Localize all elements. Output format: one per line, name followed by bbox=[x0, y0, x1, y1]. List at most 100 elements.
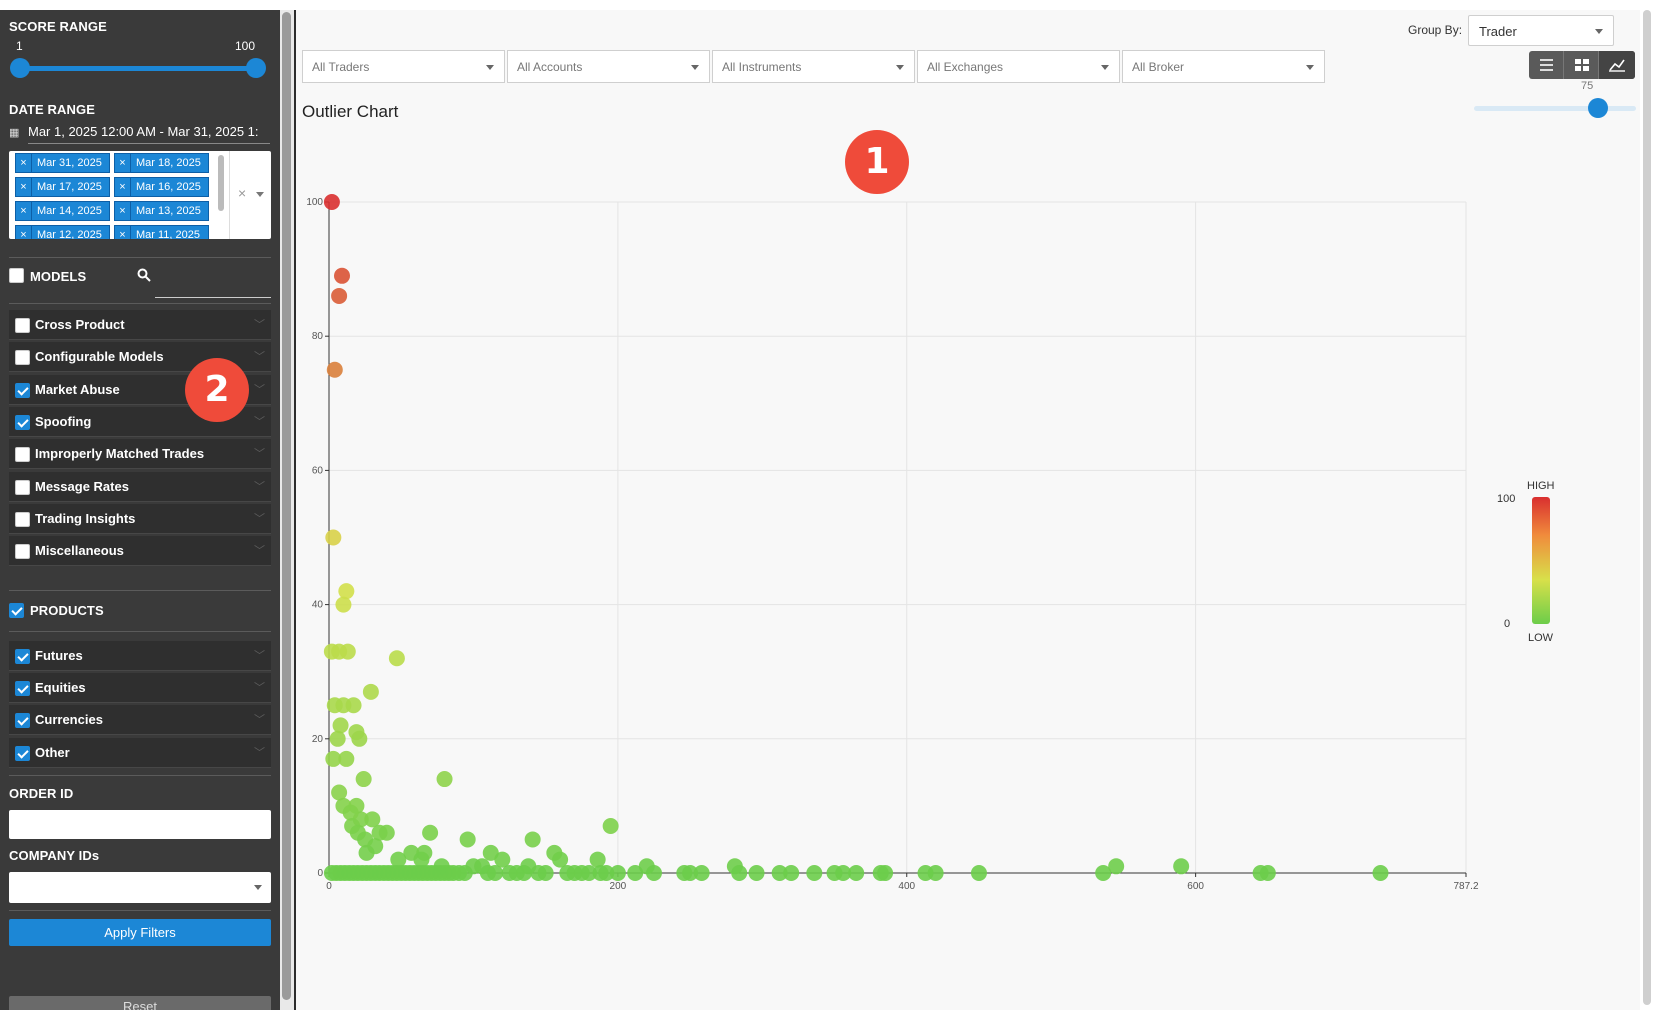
models-item-checkbox[interactable] bbox=[15, 382, 30, 398]
models-item-checkbox[interactable] bbox=[15, 318, 30, 333]
data-point[interactable] bbox=[927, 865, 944, 881]
date-tag[interactable]: × Mar 11, 2025 bbox=[114, 225, 209, 239]
data-point[interactable] bbox=[627, 865, 644, 881]
date-tag[interactable]: × Mar 14, 2025 bbox=[15, 201, 110, 221]
chevron-down-icon[interactable]: ﹀ bbox=[254, 679, 265, 695]
remove-tag-icon[interactable]: × bbox=[115, 202, 131, 220]
data-point[interactable] bbox=[338, 583, 355, 600]
data-point[interactable] bbox=[748, 865, 765, 881]
data-point[interactable] bbox=[436, 771, 453, 788]
models-item-checkbox[interactable] bbox=[15, 511, 30, 527]
models-item-checkbox[interactable] bbox=[15, 479, 30, 495]
chevron-down-icon[interactable]: ﹀ bbox=[254, 381, 265, 397]
data-point[interactable] bbox=[329, 730, 346, 747]
date-tag[interactable]: × Mar 16, 2025 bbox=[114, 177, 209, 197]
products-item-checkbox[interactable] bbox=[15, 745, 30, 761]
data-point[interactable] bbox=[872, 865, 889, 881]
chevron-down-icon[interactable]: ﹀ bbox=[254, 348, 265, 364]
data-point[interactable] bbox=[326, 361, 343, 378]
data-point[interactable] bbox=[806, 865, 823, 881]
data-point[interactable] bbox=[645, 865, 662, 881]
remove-tag-icon[interactable]: × bbox=[16, 154, 32, 172]
chevron-down-icon[interactable]: ﹀ bbox=[254, 744, 265, 760]
data-point[interactable] bbox=[515, 865, 532, 881]
data-point[interactable] bbox=[524, 831, 541, 848]
data-point[interactable] bbox=[676, 865, 693, 881]
apply-filters-button[interactable]: Apply Filters bbox=[9, 919, 271, 946]
data-point[interactable] bbox=[835, 865, 852, 881]
data-point[interactable] bbox=[331, 287, 348, 304]
data-point[interactable] bbox=[351, 730, 368, 747]
company-ids-select[interactable] bbox=[9, 872, 271, 903]
data-point[interactable] bbox=[693, 865, 710, 881]
models-item-checkbox[interactable] bbox=[15, 414, 30, 430]
data-point[interactable] bbox=[355, 771, 372, 788]
chevron-down-icon[interactable]: ﹀ bbox=[254, 711, 265, 727]
score-max-handle[interactable] bbox=[246, 58, 266, 78]
data-point[interactable] bbox=[589, 851, 606, 868]
date-tag[interactable]: × Mar 12, 2025 bbox=[15, 225, 110, 239]
products-item-checkbox[interactable] bbox=[15, 713, 30, 729]
chevron-down-icon[interactable]: ﹀ bbox=[254, 445, 265, 461]
models-item[interactable]: Miscellaneous ﹀ bbox=[9, 536, 271, 567]
data-point[interactable] bbox=[1108, 858, 1125, 875]
data-point[interactable] bbox=[378, 824, 395, 841]
clear-dates-icon[interactable]: × bbox=[238, 185, 246, 201]
data-point[interactable] bbox=[1372, 865, 1389, 881]
date-tag[interactable]: × Mar 13, 2025 bbox=[114, 201, 209, 221]
products-item-checkbox[interactable] bbox=[15, 649, 30, 664]
products-item-checkbox[interactable] bbox=[15, 681, 30, 697]
outlier-scatter-chart[interactable]: 0 200 400 600 787.2 0 20 40 60 80 100 bbox=[296, 10, 1642, 1010]
models-item[interactable]: Cross Product ﹀ bbox=[9, 310, 271, 340]
chevron-down-icon[interactable]: ﹀ bbox=[254, 478, 265, 494]
sidebar-scrollbar-thumb[interactable] bbox=[282, 12, 291, 1000]
data-point[interactable] bbox=[1173, 858, 1190, 875]
models-item[interactable]: Message Rates ﹀ bbox=[9, 471, 271, 502]
date-tag[interactable]: × Mar 17, 2025 bbox=[15, 177, 110, 197]
data-point[interactable] bbox=[731, 865, 748, 881]
models-item[interactable]: Improperly Matched Trades ﹀ bbox=[9, 439, 271, 470]
data-point[interactable] bbox=[422, 824, 439, 841]
models-item[interactable]: Trading Insights ﹀ bbox=[9, 503, 271, 534]
chevron-down-icon[interactable]: ﹀ bbox=[254, 316, 265, 332]
reset-button[interactable]: Reset bbox=[9, 996, 271, 1010]
tags-scrollbar[interactable] bbox=[218, 155, 224, 211]
data-point[interactable] bbox=[332, 717, 349, 734]
data-point[interactable] bbox=[602, 818, 619, 835]
data-point[interactable] bbox=[970, 865, 987, 881]
chevron-down-icon[interactable]: ﹀ bbox=[254, 647, 265, 663]
products-checkbox[interactable] bbox=[9, 603, 24, 618]
page-scrollbar-thumb[interactable] bbox=[1643, 10, 1651, 1005]
data-point[interactable] bbox=[559, 865, 576, 881]
data-point[interactable] bbox=[388, 650, 405, 667]
products-item[interactable]: Other ﹀ bbox=[9, 737, 271, 768]
data-point[interactable] bbox=[358, 844, 375, 861]
data-point[interactable] bbox=[445, 865, 462, 881]
date-tag[interactable]: × Mar 31, 2025 bbox=[15, 153, 110, 173]
date-range-input[interactable]: Mar 1, 2025 12:00 AM - Mar 31, 2025 1: bbox=[28, 124, 270, 144]
score-min-handle[interactable] bbox=[10, 58, 30, 78]
models-item-checkbox[interactable] bbox=[15, 350, 30, 366]
date-tags-box[interactable]: × Mar 31, 2025 × Mar 18, 2025 × Mar 17, 2025 ×… bbox=[9, 151, 271, 239]
models-item-checkbox[interactable] bbox=[15, 544, 30, 560]
products-item[interactable]: Futures ﹀ bbox=[9, 641, 271, 671]
data-point[interactable] bbox=[333, 267, 350, 284]
remove-tag-icon[interactable]: × bbox=[115, 226, 131, 239]
chevron-down-icon[interactable] bbox=[256, 192, 264, 197]
data-point[interactable] bbox=[487, 865, 504, 881]
products-item[interactable]: Equities ﹀ bbox=[9, 673, 271, 704]
data-point[interactable] bbox=[598, 865, 615, 881]
remove-tag-icon[interactable]: × bbox=[16, 178, 32, 196]
products-item[interactable]: Currencies ﹀ bbox=[9, 705, 271, 736]
data-point[interactable] bbox=[459, 831, 476, 848]
data-point[interactable] bbox=[573, 865, 590, 881]
data-point[interactable] bbox=[362, 683, 379, 700]
remove-tag-icon[interactable]: × bbox=[16, 202, 32, 220]
remove-tag-icon[interactable]: × bbox=[115, 154, 131, 172]
data-point[interactable] bbox=[345, 697, 362, 714]
remove-tag-icon[interactable]: × bbox=[16, 226, 32, 239]
data-point[interactable] bbox=[1259, 865, 1276, 881]
chevron-down-icon[interactable]: ﹀ bbox=[254, 542, 265, 558]
order-id-input[interactable] bbox=[9, 810, 271, 839]
remove-tag-icon[interactable]: × bbox=[115, 178, 131, 196]
